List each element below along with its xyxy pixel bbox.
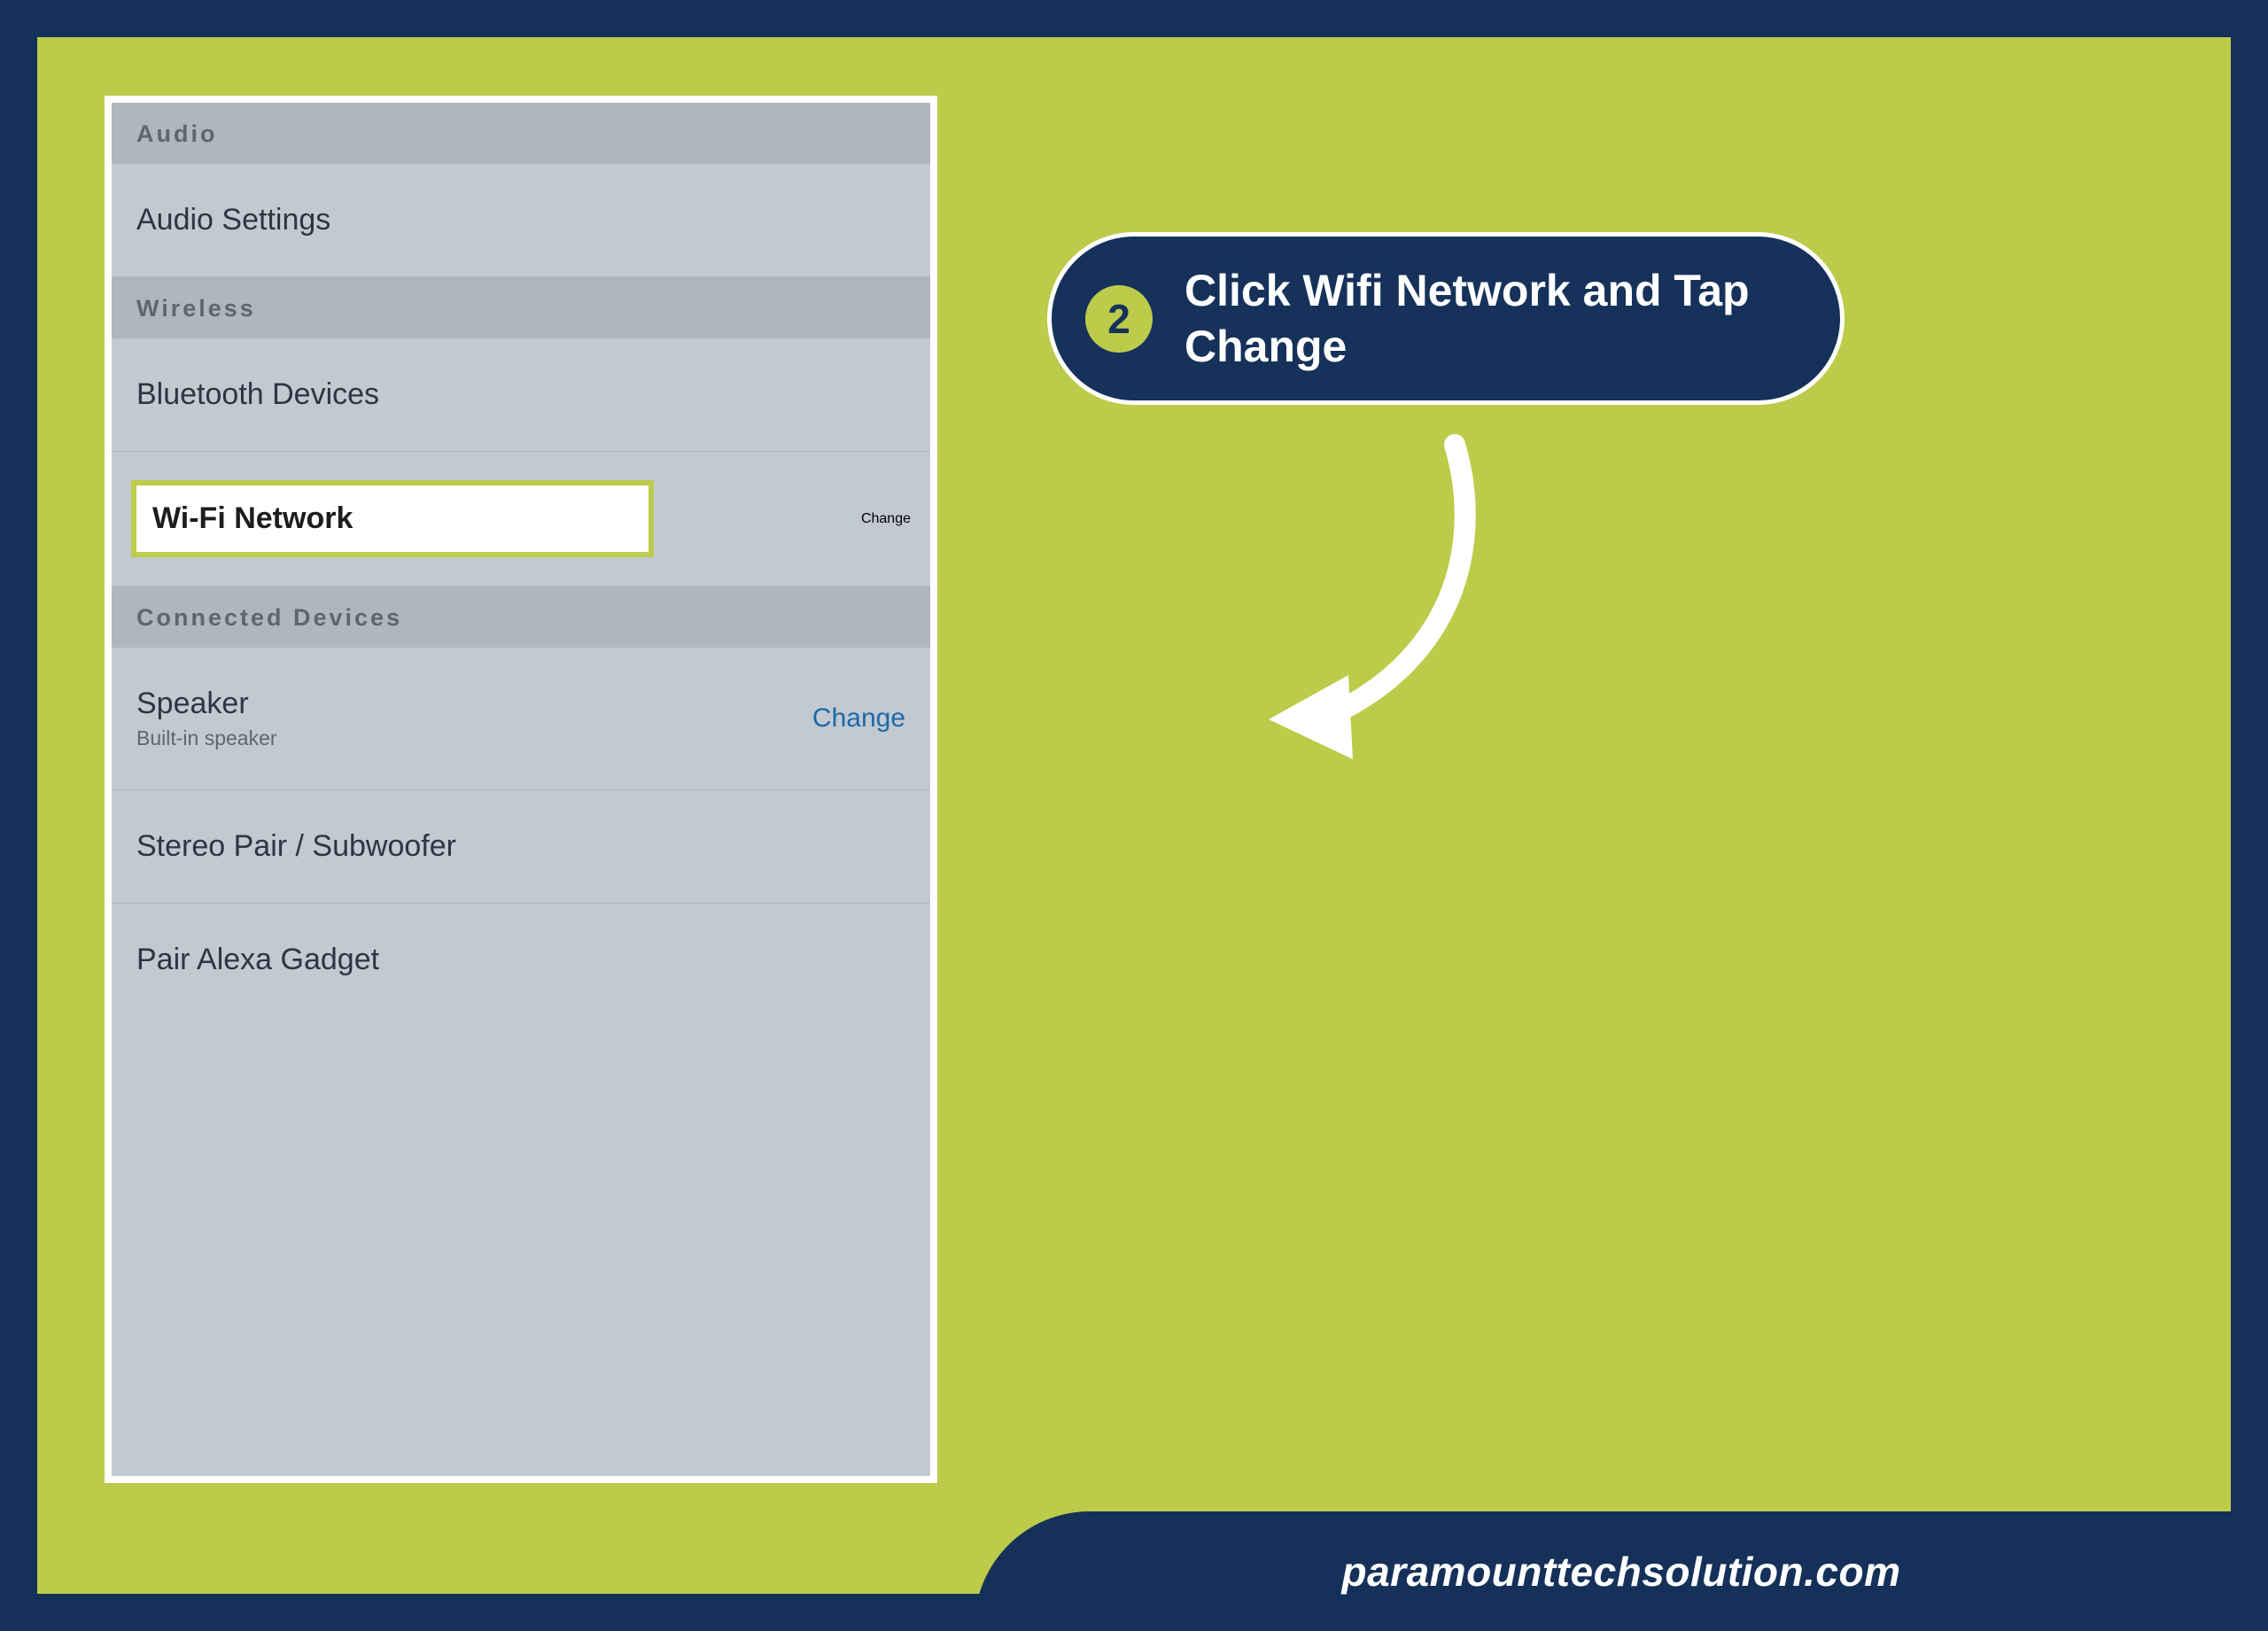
- section-header-connected: Connected Devices: [112, 586, 930, 648]
- settings-panel: Audio Audio Settings Wireless Bluetooth …: [105, 96, 937, 1483]
- footer-text: paramounttechsolution.com: [1342, 1548, 1901, 1596]
- section-header-wireless: Wireless: [112, 277, 930, 338]
- row-title: Stereo Pair / Subwoofer: [136, 829, 456, 864]
- row-audio-settings[interactable]: Audio Settings: [112, 164, 930, 277]
- row-stereo-pair[interactable]: Stereo Pair / Subwoofer: [112, 790, 930, 904]
- step-badge: 2: [1085, 285, 1153, 353]
- callout-text: Click Wifi Network and Tap Change: [1184, 263, 1798, 374]
- inner-canvas: Audio Audio Settings Wireless Bluetooth …: [37, 37, 2231, 1594]
- change-link-wifi[interactable]: Change: [861, 511, 911, 527]
- row-speaker[interactable]: Speaker Built-in speaker Change: [112, 648, 930, 790]
- row-bluetooth-devices[interactable]: Bluetooth Devices: [112, 338, 930, 452]
- row-subtitle: Built-in speaker: [136, 726, 277, 750]
- wifi-network-highlight: Wi-Fi Network: [131, 480, 654, 557]
- row-title: Audio Settings: [136, 203, 330, 237]
- row-title: Bluetooth Devices: [136, 377, 379, 412]
- arrow-icon: [1216, 427, 1534, 781]
- row-title: Pair Alexa Gadget: [136, 943, 379, 977]
- row-title: Speaker: [136, 687, 277, 721]
- outer-frame: Audio Audio Settings Wireless Bluetooth …: [0, 0, 2268, 1631]
- row-wifi-network[interactable]: Wi-Fi Network Change: [112, 452, 930, 586]
- instruction-callout: 2 Click Wifi Network and Tap Change: [1047, 232, 1845, 405]
- row-pair-alexa-gadget[interactable]: Pair Alexa Gadget: [112, 904, 930, 1016]
- change-link-speaker[interactable]: Change: [812, 703, 905, 734]
- section-header-audio: Audio: [112, 103, 930, 164]
- footer-ribbon: paramounttechsolution.com: [975, 1511, 2268, 1631]
